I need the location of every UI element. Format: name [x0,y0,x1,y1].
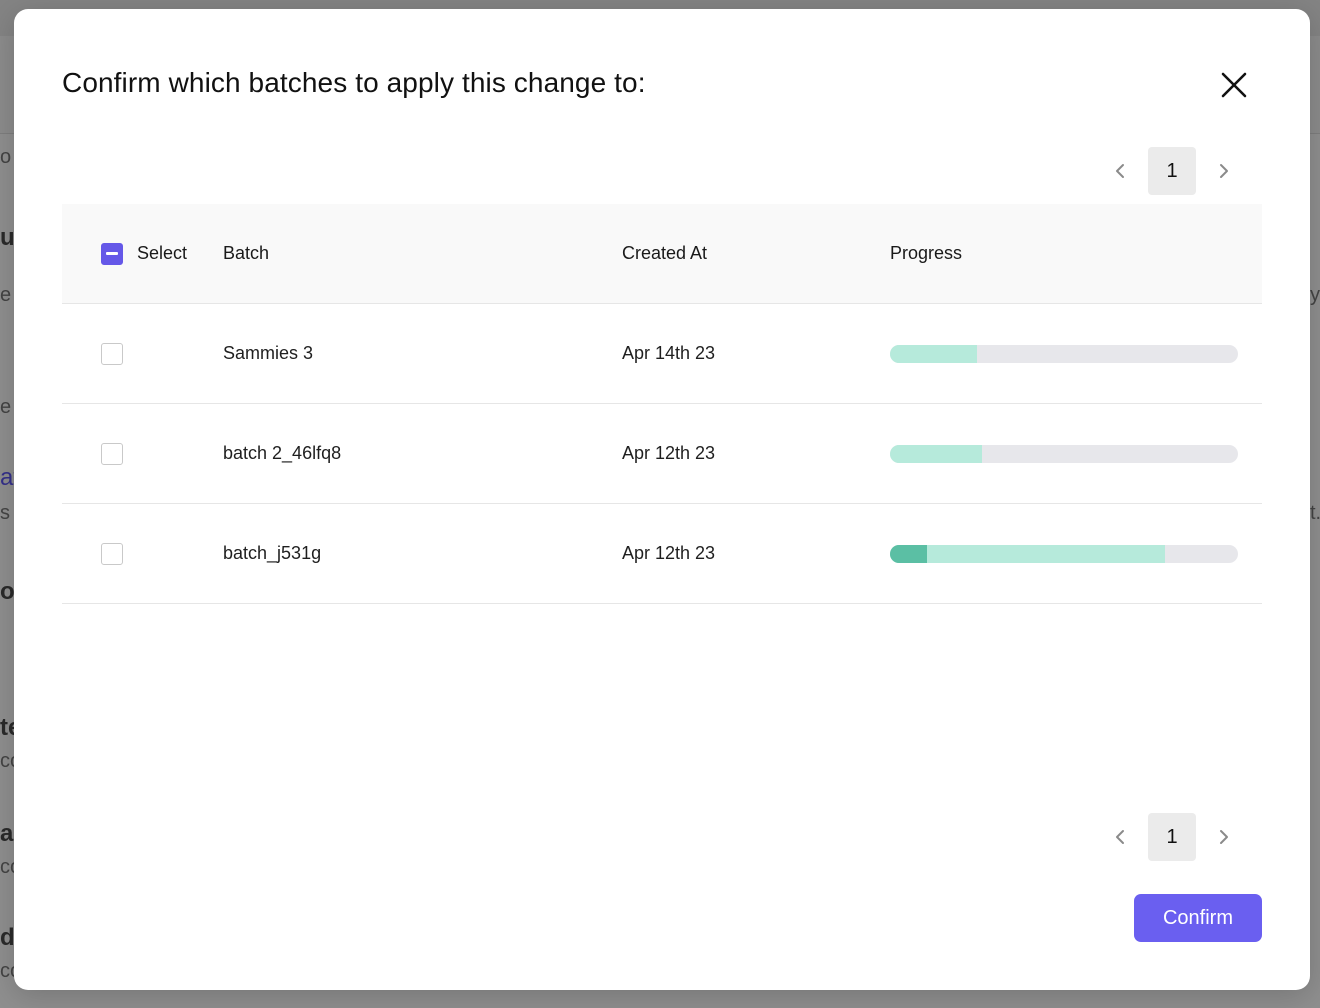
table-row[interactable]: Sammies 3 Apr 14th 23 [62,304,1262,404]
close-icon [1221,72,1247,98]
batch-name: batch 2_46lfq8 [223,443,342,463]
background-text: as [0,820,14,847]
modal-title: Confirm which batches to apply this chan… [62,67,646,98]
row-checkbox[interactable] [101,442,123,465]
header-created-at: Created At [622,243,708,263]
created-at: Apr 12th 23 [622,543,716,563]
progress-bar [890,544,1238,563]
chevron-left-icon [1116,830,1124,844]
background-text: t. [1310,502,1320,524]
progress-bar [890,444,1238,463]
progress-completed [890,544,927,563]
row-checkbox[interactable] [101,542,123,565]
table-header: Select Batch Created At Progress [62,204,1262,304]
row-checkbox-cell [101,504,123,603]
progress-bar [890,344,1238,363]
select-all-checkbox[interactable] [101,242,123,265]
created-at: Apr 14th 23 [622,343,716,363]
prev-page-button[interactable] [1100,813,1140,861]
progress-in-progress [890,444,983,463]
select-all-cell [101,204,123,303]
table-row[interactable]: batch_j531g Apr 12th 23 [62,504,1262,604]
next-page-button[interactable] [1204,147,1244,195]
row-checkbox[interactable] [101,342,123,365]
progress-in-progress [890,544,1165,563]
background-text: co [0,750,14,772]
background-text: o [0,578,14,605]
background-text: at [0,464,14,491]
confirm-button[interactable]: Confirm [1134,894,1262,942]
pagination-top: 1 [1100,147,1250,195]
background-text: y [1310,284,1320,306]
batches-table: Select Batch Created At Progress Sammies… [62,204,1262,604]
background-text: s [0,502,10,524]
header-progress: Progress [890,243,963,263]
batch-select-modal: Confirm which batches to apply this chan… [14,9,1310,990]
page-number-button[interactable]: 1 [1148,147,1196,195]
minus-icon [106,252,118,255]
background-text: e [0,396,12,418]
background-text: co [0,856,14,878]
background-text: u [0,224,14,251]
progress-cell [890,504,1238,603]
row-checkbox-cell [101,404,123,503]
header-select: Select [137,243,188,263]
pagination-bottom: 1 [1100,813,1250,861]
created-at: Apr 12th 23 [622,443,716,463]
page-number-button[interactable]: 1 [1148,813,1196,861]
table-row[interactable]: batch 2_46lfq8 Apr 12th 23 [62,404,1262,504]
prev-page-button[interactable] [1100,147,1140,195]
progress-cell [890,404,1238,503]
background-text: te [0,714,14,741]
header-batch: Batch [223,243,270,263]
batch-name: batch_j531g [223,543,322,563]
background-text: d [0,924,14,951]
chevron-right-icon [1220,830,1228,844]
progress-in-progress [890,344,977,363]
background-text: o [0,146,12,168]
next-page-button[interactable] [1204,813,1244,861]
background-text: co [0,960,14,982]
batch-name: Sammies 3 [223,343,314,363]
row-checkbox-cell [101,304,123,403]
chevron-right-icon [1220,164,1228,178]
progress-cell [890,304,1238,403]
close-button[interactable] [1216,67,1252,103]
chevron-left-icon [1116,164,1124,178]
background-text: e [0,284,12,306]
